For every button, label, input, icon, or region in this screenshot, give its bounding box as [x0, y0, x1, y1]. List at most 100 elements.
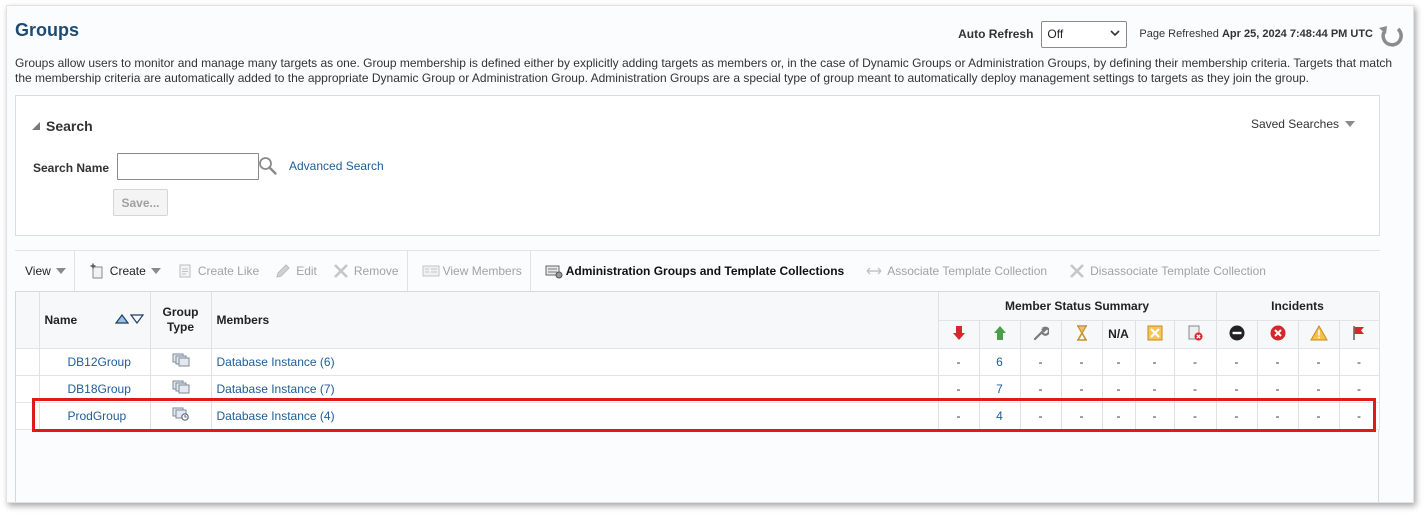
dropdown-triangle-icon — [55, 267, 66, 274]
members-link[interactable]: Database Instance (7) — [217, 382, 335, 396]
row-selector-header — [16, 292, 40, 349]
group-name-link[interactable]: DB12Group — [68, 355, 131, 369]
incident-cell: - — [1298, 348, 1340, 376]
save-search-button[interactable]: Save... — [113, 189, 168, 216]
admin-groups-label: Administration Groups and Template Colle… — [565, 263, 845, 278]
disassociate-template-collection-button[interactable]: Disassociate Template Collection — [1055, 251, 1274, 291]
dropdown-triangle-icon — [1345, 121, 1355, 127]
status-error-header[interactable] — [1174, 320, 1217, 349]
group-type-header-line2: Type — [166, 319, 195, 334]
remove-button[interactable]: Remove — [325, 251, 407, 291]
status-up-count-link[interactable]: 7 — [996, 382, 1003, 396]
refresh-icon[interactable] — [1377, 20, 1405, 48]
search-name-input[interactable] — [117, 153, 259, 180]
sort-ascending-icon[interactable] — [114, 313, 129, 327]
up-arrow-icon — [993, 325, 1007, 344]
create-menu[interactable]: Create — [75, 251, 169, 291]
groups-toolbar: View Create Create Like Edit Remove View… — [15, 250, 1380, 291]
status-cell: - — [1135, 375, 1175, 403]
status-unknown-header[interactable] — [1135, 320, 1175, 349]
incident-cell: - — [1257, 375, 1299, 403]
search-header[interactable]: Search — [32, 118, 93, 134]
create-icon — [89, 263, 105, 279]
hourglass-icon — [1075, 324, 1089, 344]
name-column-header[interactable]: Name — [39, 292, 151, 349]
page-refreshed-value: Apr 25, 2024 7:48:44 PM UTC — [1221, 28, 1373, 40]
search-icon[interactable] — [258, 156, 278, 176]
collapse-triangle-icon — [32, 122, 40, 130]
warning-triangle-icon — [1309, 324, 1328, 344]
table-row[interactable]: DB18Group Database Instance (7) - 7 - - … — [16, 375, 1380, 403]
saved-searches-label: Saved Searches — [1250, 117, 1339, 131]
members-cell: Database Instance (6) — [211, 348, 939, 376]
incident-warning-header[interactable] — [1298, 320, 1340, 349]
status-cell: - — [1135, 402, 1175, 430]
members-link[interactable]: Database Instance (4) — [217, 409, 335, 423]
members-cell: Database Instance (7) — [211, 375, 939, 403]
associate-template-collection-button[interactable]: Associate Template Collection — [852, 251, 1055, 291]
table-row[interactable]: DB12Group Database Instance (6) - 6 - - … — [16, 348, 1380, 376]
group-name-link[interactable]: DB18Group — [68, 382, 131, 396]
page-description: Groups allow users to monitor and manage… — [15, 56, 1393, 85]
incident-cell: - — [1339, 375, 1380, 403]
page-title: Groups — [15, 20, 80, 40]
view-label: View — [25, 263, 51, 278]
status-na-header[interactable]: N/A — [1102, 320, 1136, 349]
incident-escalated-header[interactable] — [1339, 320, 1380, 349]
incident-fatal-header[interactable] — [1216, 320, 1258, 349]
status-cell: - — [1020, 402, 1062, 430]
incident-cell: - — [1216, 402, 1258, 430]
down-arrow-icon — [952, 325, 966, 344]
create-like-button[interactable]: Create Like — [169, 251, 267, 291]
associate-arrows-icon — [866, 263, 882, 279]
incident-critical-header[interactable] — [1257, 320, 1299, 349]
group-name-link[interactable]: ProdGroup — [68, 409, 127, 423]
view-members-button[interactable]: View Members — [408, 251, 530, 291]
groups-table-container: Name Group Type Members Member Status Su… — [15, 291, 1380, 502]
member-status-summary-header: Member Status Summary — [938, 292, 1217, 321]
status-cell: - — [938, 375, 980, 403]
status-cell: - — [1020, 348, 1062, 376]
row-selector[interactable] — [16, 402, 40, 430]
admin-groups-template-collections-button[interactable]: Administration Groups and Template Colle… — [531, 251, 852, 291]
saved-searches-menu[interactable]: Saved Searches — [1251, 117, 1355, 131]
disassociate-x-icon — [1069, 263, 1085, 279]
status-up-count-link[interactable]: 6 — [996, 355, 1003, 369]
members-cell: Database Instance (4) — [211, 402, 939, 430]
pencil-icon — [275, 263, 291, 279]
status-down-header[interactable] — [938, 320, 980, 349]
group-name-cell: DB18Group — [39, 375, 151, 403]
flag-icon — [1351, 325, 1367, 344]
page-refreshed-label: Page Refreshed — [1139, 28, 1219, 40]
view-menu[interactable]: View — [15, 251, 74, 291]
status-cell: - — [1020, 375, 1062, 403]
status-pending-header[interactable] — [1061, 320, 1103, 349]
incident-cell: - — [1257, 402, 1299, 430]
group-type-header-line1: Group — [162, 304, 199, 319]
incident-cell: - — [1216, 348, 1258, 376]
incident-cell: - — [1298, 375, 1340, 403]
status-maintenance-header[interactable] — [1020, 320, 1062, 349]
advanced-search-link[interactable]: Advanced Search — [289, 159, 384, 173]
status-cell: - — [1061, 402, 1103, 430]
member-status-summary-label: Member Status Summary — [1004, 298, 1150, 313]
incident-cell: - — [1339, 348, 1380, 376]
edit-button[interactable]: Edit — [267, 251, 325, 291]
sort-descending-icon[interactable] — [129, 313, 144, 327]
status-cell: - — [938, 402, 980, 430]
row-selector[interactable] — [16, 348, 40, 376]
status-cell: - — [1061, 348, 1103, 376]
wrench-icon — [1033, 326, 1050, 344]
group-name-cell: DB12Group — [39, 348, 151, 376]
auto-refresh-value: Off — [1047, 27, 1064, 41]
table-row[interactable]: ProdGroup Database Instance (4) - 4 - - … — [16, 402, 1380, 430]
auto-refresh-select[interactable]: Off — [1041, 20, 1128, 48]
group-type-column-header: Group Type — [150, 292, 212, 349]
row-selector[interactable] — [16, 375, 40, 403]
members-link[interactable]: Database Instance (6) — [217, 355, 335, 369]
status-up-header[interactable] — [979, 320, 1021, 349]
create-like-label: Create Like — [197, 263, 260, 278]
status-up-count-link[interactable]: 4 — [996, 409, 1003, 423]
auto-refresh-label: Auto Refresh — [958, 27, 1034, 41]
sort-icons — [114, 313, 144, 327]
